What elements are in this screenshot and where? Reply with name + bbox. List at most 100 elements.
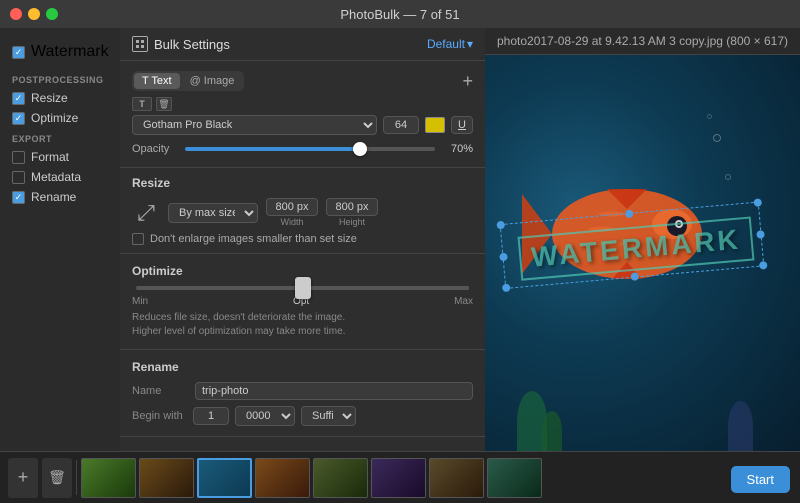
thumbnail-1[interactable] — [81, 458, 136, 498]
width-group: Width — [266, 198, 318, 227]
watermark-section: T Text @ Image + T 🗑 — [120, 61, 485, 168]
start-button[interactable]: Start — [731, 466, 790, 493]
optimize-thumb[interactable] — [295, 277, 311, 299]
preview-image-area: WATERMARK — [485, 55, 800, 451]
sidebar-item-rename[interactable]: ✓ Rename — [0, 187, 120, 207]
default-button[interactable]: Default ▾ — [427, 37, 473, 51]
window-title: PhotoBulk — 7 of 51 — [340, 7, 459, 22]
optimize-track[interactable] — [136, 286, 469, 290]
metadata-checkbox[interactable] — [12, 171, 25, 184]
dont-enlarge-row: Don't enlarge images smaller than set si… — [132, 233, 473, 245]
add-watermark-button[interactable]: + — [462, 72, 473, 90]
sidebar-item-format[interactable]: Format — [0, 147, 120, 167]
bulk-settings-header: Bulk Settings Default ▾ — [120, 28, 485, 61]
rename-checkbox[interactable]: ✓ — [12, 191, 25, 204]
plus-icon: + — [18, 467, 29, 488]
optimize-header: Optimize — [132, 264, 473, 278]
tab-image[interactable]: @ Image — [182, 73, 243, 89]
underline-button[interactable]: U — [451, 116, 473, 134]
suffix-select[interactable]: Suffix — [301, 406, 356, 426]
opacity-thumb[interactable] — [353, 142, 367, 156]
resize-content: ⤢ By max size Width Height — [132, 198, 473, 245]
opacity-track — [185, 147, 435, 151]
optimize-slider-container — [132, 286, 473, 290]
dont-enlarge-checkbox[interactable] — [132, 233, 144, 245]
plant-decoration-2 — [542, 411, 562, 451]
resize-controls-row: ⤢ By max size Width Height — [132, 198, 473, 227]
bubble-3 — [725, 174, 731, 180]
optimize-description: Reduces file size, doesn't deteriorate t… — [132, 311, 473, 339]
color-swatch[interactable] — [425, 117, 445, 133]
resize-checkbox[interactable]: ✓ — [12, 92, 25, 105]
format-checkbox[interactable] — [12, 151, 25, 164]
filmstrip-divider — [76, 460, 77, 495]
sidebar-rename-label: Rename — [31, 190, 76, 204]
resize-header: Resize — [132, 176, 473, 190]
handle-top-left[interactable] — [497, 221, 506, 230]
format-select[interactable]: 0000 — [235, 406, 295, 426]
sidebar-item-resize[interactable]: ✓ Resize — [0, 88, 120, 108]
thumbnail-3-active[interactable] — [197, 458, 252, 498]
name-input[interactable] — [195, 382, 473, 400]
sidebar-item-metadata[interactable]: Metadata — [0, 167, 120, 187]
close-button[interactable] — [10, 8, 22, 20]
filmstrip-thumbnails — [81, 458, 792, 498]
plus-icon: + — [462, 71, 473, 91]
arrows-icon: ⤢ — [137, 200, 155, 226]
rename-name-row: Name — [132, 382, 473, 400]
export-section-label: EXPORT — [0, 128, 120, 147]
sidebar-resize-label: Resize — [31, 91, 68, 105]
resize-section: Resize ⤢ By max size Width — [120, 168, 485, 254]
height-input[interactable] — [326, 198, 378, 216]
resize-mode-select[interactable]: By max size — [168, 203, 258, 223]
bulk-settings-icon — [132, 36, 148, 52]
begin-with-input[interactable] — [193, 407, 229, 425]
thumbnail-4[interactable] — [255, 458, 310, 498]
begin-with-row: Begin with 0000 Suffix — [132, 406, 473, 426]
sidebar-item-optimize[interactable]: ✓ Optimize — [0, 108, 120, 128]
thumbnail-2[interactable] — [139, 458, 194, 498]
preview-header: photo2017-08-29 at 9.42.13 AM 3 copy.jpg… — [485, 28, 800, 55]
thumbnail-6[interactable] — [371, 458, 426, 498]
sidebar: ✓ Watermark POSTPROCESSING ✓ Resize ✓ Op… — [0, 28, 120, 451]
watermark-tabs-row: T Text @ Image + — [132, 71, 473, 91]
font-size-input[interactable] — [383, 116, 419, 134]
sidebar-item-watermark[interactable]: ✓ Watermark — [0, 38, 120, 69]
start-label: Start — [747, 472, 774, 487]
opacity-row: Opacity 70% — [132, 141, 473, 157]
trash-icon[interactable]: 🗑 — [156, 97, 172, 111]
minimize-button[interactable] — [28, 8, 40, 20]
height-label: Height — [339, 217, 365, 227]
main-layout: ✓ Watermark POSTPROCESSING ✓ Resize ✓ Op… — [0, 28, 800, 451]
name-label: Name — [132, 385, 187, 397]
checkmark-icon: ✓ — [15, 48, 23, 57]
tab-text[interactable]: T Text — [134, 73, 180, 89]
height-group: Height — [326, 198, 378, 227]
resize-dimensions: Width Height — [266, 198, 378, 227]
image-tab-label: @ Image — [190, 75, 235, 87]
handle-mid-left[interactable] — [499, 252, 508, 261]
sidebar-watermark-label: Watermark — [31, 43, 109, 61]
traffic-lights — [10, 8, 58, 20]
delete-photo-button[interactable]: 🗑 — [42, 458, 72, 498]
width-input[interactable] — [266, 198, 318, 216]
checkmark-icon: ✓ — [15, 193, 23, 202]
watermark-checkbox[interactable]: ✓ — [12, 46, 25, 59]
fullscreen-button[interactable] — [46, 8, 58, 20]
preview-panel: photo2017-08-29 at 9.42.13 AM 3 copy.jpg… — [485, 28, 800, 451]
begin-with-label: Begin with — [132, 410, 187, 422]
opacity-value: 70% — [443, 143, 473, 155]
optimize-max-label: Max — [454, 296, 473, 307]
thumbnail-5[interactable] — [313, 458, 368, 498]
optimize-section: Optimize Min Opt Max Reduces file size, … — [120, 254, 485, 350]
handle-top-mid[interactable] — [625, 209, 634, 218]
opacity-label: Opacity — [132, 143, 177, 155]
optimize-checkbox[interactable]: ✓ — [12, 112, 25, 125]
add-photo-button[interactable]: + — [8, 458, 38, 498]
dont-enlarge-text: Don't enlarge images smaller than set si… — [150, 233, 357, 245]
thumbnail-7[interactable] — [429, 458, 484, 498]
thumbnail-8[interactable] — [487, 458, 542, 498]
font-select[interactable]: Gotham Pro Black — [132, 115, 377, 135]
trash-icon: 🗑 — [48, 469, 66, 486]
opacity-slider[interactable] — [185, 141, 435, 157]
